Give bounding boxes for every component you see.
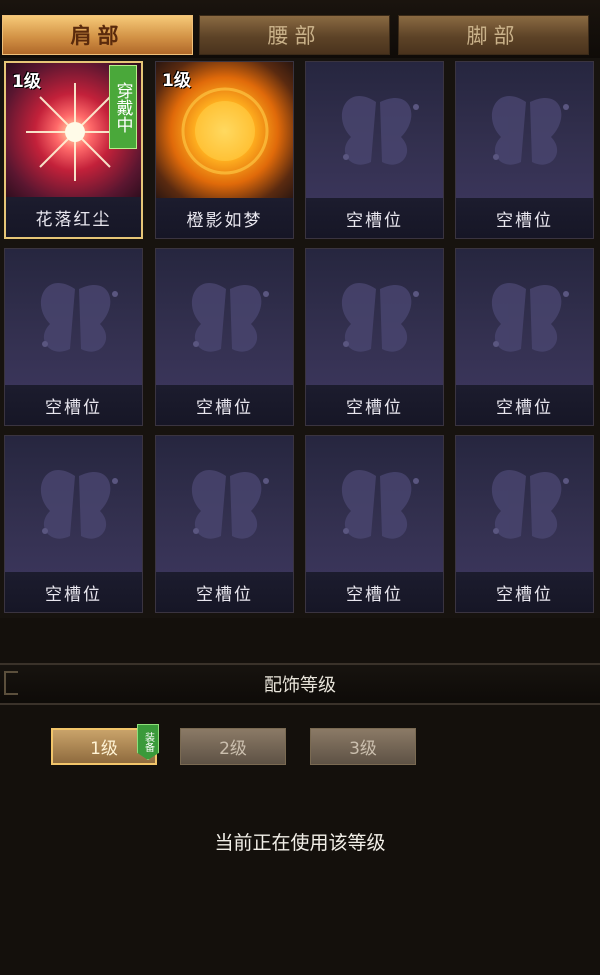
butterfly-placeholder-icon [5,436,142,574]
slot-name: 空槽位 [5,385,142,425]
empty-slot[interactable]: 空槽位 [155,435,294,613]
empty-slot[interactable]: 空槽位 [4,435,143,613]
butterfly-placeholder-icon [456,249,593,387]
slot-name: 空槽位 [5,572,142,612]
slot-name: 橙影如梦 [156,198,293,238]
tab-shoulder[interactable]: 肩部 [2,15,193,55]
butterfly-placeholder-icon [306,249,443,387]
accessory-level-header: 配饰等级 [0,663,600,705]
empty-slot[interactable]: 空槽位 [305,61,444,239]
slot-name: 空槽位 [156,385,293,425]
level-label: 1级 [12,72,41,92]
accessory-grid: 1级 穿戴中 花落红尘 1级 橙影如梦 空槽位 空槽位 空槽位 空槽位 空槽位 … [0,58,600,618]
accessory-slot-chengyingrumeng[interactable]: 1级 橙影如梦 [155,61,294,239]
butterfly-placeholder-icon [456,436,593,574]
slot-name: 空槽位 [456,198,593,238]
empty-slot[interactable]: 空槽位 [4,248,143,426]
wearing-badge: 穿戴中 [109,65,137,149]
slot-name: 空槽位 [306,572,443,612]
butterfly-placeholder-icon [5,249,142,387]
empty-slot[interactable]: 空槽位 [455,248,594,426]
empty-slot[interactable]: 空槽位 [455,435,594,613]
slot-name: 空槽位 [456,572,593,612]
equipped-badge: 装备 [137,724,159,760]
status-text: 当前正在使用该等级 [214,832,386,854]
slot-name: 空槽位 [156,572,293,612]
tab-foot[interactable]: 脚部 [398,15,589,55]
tab-waist[interactable]: 腰部 [199,15,390,55]
slot-name: 空槽位 [306,198,443,238]
slot-name: 空槽位 [456,385,593,425]
level-2-button[interactable]: 2级 [180,728,286,765]
butterfly-placeholder-icon [156,436,293,574]
empty-slot[interactable]: 空槽位 [155,248,294,426]
slot-name: 花落红尘 [6,197,141,237]
butterfly-placeholder-icon [156,249,293,387]
level-label: 1级 [162,71,191,91]
accessory-slot-hualuohongchen[interactable]: 1级 穿戴中 花落红尘 [4,61,143,239]
butterfly-placeholder-icon [306,436,443,574]
empty-slot[interactable]: 空槽位 [305,248,444,426]
empty-slot[interactable]: 空槽位 [305,435,444,613]
butterfly-placeholder-icon [456,62,593,200]
section-title: 配饰等级 [264,675,336,696]
slot-name: 空槽位 [306,385,443,425]
equipped-badge-text: 装备 [142,732,154,752]
tab-bar: 肩部 腰部 脚部 [0,0,600,58]
level-3-button[interactable]: 3级 [310,728,416,765]
empty-slot[interactable]: 空槽位 [455,61,594,239]
butterfly-placeholder-icon [306,62,443,200]
